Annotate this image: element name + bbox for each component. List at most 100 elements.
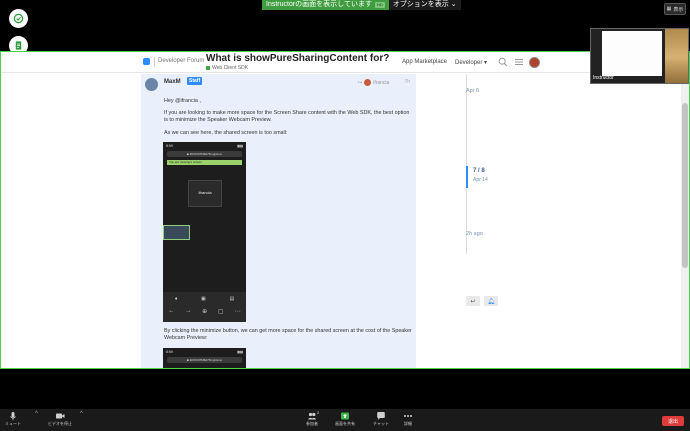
forum-brand-link[interactable]: Developer Forum [158,58,204,64]
nav-app-marketplace[interactable]: App Marketplace [402,59,447,65]
search-icon[interactable] [498,57,508,67]
page-scrollbar[interactable] [681,73,689,368]
share-screen-label: 画面を共有 [335,421,355,426]
document-icon [15,41,22,50]
hamburger-menu-icon[interactable] [514,57,524,67]
leave-meeting-button[interactable]: 退出 [662,416,684,426]
phone-control-icon: ▣ [201,296,206,302]
reply-to-name: ifrancia [373,79,390,86]
timeline-end-date[interactable]: 2h ago [466,231,483,237]
participants-count: 2 [317,410,320,415]
timeline-position-date: Apr 14 [473,177,488,183]
chevron-down-icon: ⌄ [450,1,457,8]
phone-meeting-controls: ♦ ▣ ▤ [163,292,246,302]
zoom-logo-icon[interactable] [143,58,150,65]
staff-badge: Staff [187,77,203,85]
forum-post: MaxM Staff ↪ ifrancia 7h Hey @ifrancia ,… [141,74,416,368]
phone-screenshot-2[interactable]: 8:59 ▮▮▮ ■ 3047237fd6d78.ngrok.io [163,348,246,368]
phone-url-bar: ■ 3047237fd6d78.ngrok.io [167,151,242,157]
phone-url-bar: ■ 3047237fd6d78.ngrok.io [167,357,242,363]
scrollbar-thumb[interactable] [682,103,688,268]
sharing-indicator: Instructorの画面を表示しています HD [262,0,389,10]
category-color-icon [206,66,210,70]
post-paragraph-1: If you are looking to make more space fo… [164,110,410,123]
phone-status-bar: 8:59 ▮▮▮ [163,348,246,356]
shield-check-icon [13,13,24,24]
phone-status-bar: 8:59 ▮▮▮ [163,142,246,150]
reply-icon: ↩ [470,298,476,305]
post-date[interactable]: 7h [404,79,410,85]
caret-down-icon: ▾ [484,60,488,66]
audio-options-caret-icon[interactable]: ^ [35,411,38,417]
video-camera-icon [56,413,65,419]
participants-icon [307,412,317,420]
video-options-caret-icon[interactable]: ^ [80,411,83,417]
bell-icon: 🔔︎ [487,298,495,305]
phone-screenshot-1[interactable]: 8:59 ▮▮▮ ■ 3047237fd6d78.ngrok.io You ar… [163,142,246,322]
phone-browser-controls: ← → ⊕ ▢ ⋯ [163,302,246,315]
phone-signal-icon: ▮▮▮ [237,144,243,148]
ellipsis-icon: ⋯ [234,309,241,315]
phone-bottom-controls: ♦ ▣ ▤ ← → ⊕ ▢ ⋯ [163,292,246,322]
timeline-start-date[interactable]: Apr 6 [466,88,479,94]
nav-developer-label: Developer [455,60,483,66]
view-options-button[interactable]: オプションを表示 ⌄ [388,0,461,10]
video-background [665,29,688,83]
category-label: Web Client SDK [212,65,249,71]
microphone-icon [10,412,16,421]
plus-icon: ⊕ [202,309,208,315]
meeting-security-button[interactable] [9,9,28,28]
post-author-name[interactable]: MaxM [164,79,181,85]
sharing-banner: Instructorの画面を表示しています HD オプションを表示 ⌄ [262,0,461,10]
topic-title[interactable]: What is showPureSharingContent for? [206,53,389,64]
timeline-track [466,74,467,254]
view-options-label: オプションを表示 [392,1,449,8]
meeting-toolbar: ミュート ^ ビデオを停止 ^ 参加者 2 画面を共有 チャット 詳細 退出 [0,409,690,431]
notification-button[interactable]: 🔔︎ [484,296,498,306]
phone-signal-icon: ▮▮▮ [237,350,243,354]
ellipsis-icon [404,415,412,417]
grid-icon: ▦ [666,6,672,12]
phone-control-icon: ▤ [229,296,235,302]
timeline-position: 7 / 8 [473,168,485,174]
category-badge[interactable]: Web Client SDK [206,65,248,71]
phone-shared-content-thumbnail [163,225,190,240]
video-frame [602,31,662,76]
reply-arrow-icon: ↪ [358,79,363,86]
header-divider [154,57,155,67]
post-paragraph-3: By clicking the minimize button, we can … [164,328,412,341]
leave-label: 退出 [667,418,678,425]
back-arrow-icon: ← [168,308,175,314]
more-label: 詳細 [404,421,412,426]
post-author-avatar[interactable] [145,78,158,91]
phone-time: 8:59 [166,350,173,354]
stop-video-button[interactable]: ビデオを停止 [48,411,72,427]
participant-video-tile[interactable]: Instructor [590,28,689,84]
hd-badge: HD [374,2,385,8]
forum-header: Developer Forum What is showPureSharingC… [1,52,689,73]
share-screen-button[interactable]: 画面を共有 [335,411,355,427]
nav-developer[interactable]: Developer ▾ [455,59,487,66]
phone-speaker-tile: Ifrancia [188,180,222,207]
more-button[interactable]: 詳細 [403,411,413,427]
post-paragraph-2: As we can see here, the shared screen is… [164,130,288,136]
chat-button[interactable]: チャット [373,411,389,427]
timeline-scroll-handle[interactable] [466,166,468,188]
mute-button[interactable]: ミュート [5,411,21,427]
participant-name-label: Instructor [593,75,614,81]
zoom-meeting-window: Instructorの画面を表示しています HD オプションを表示 ⌄ ▦ 表示 [0,0,690,431]
phone-control-icon: ♦ [174,296,178,302]
participants-label: 参加者 [306,421,318,426]
mute-label: ミュート [5,421,21,426]
reply-to-indicator[interactable]: ↪ ifrancia [358,79,389,86]
display-button[interactable]: ▦ 表示 [664,3,686,15]
user-avatar[interactable] [529,57,540,68]
chat-label: チャット [373,421,389,426]
phone-time: 8:59 [166,144,173,148]
shared-screen[interactable]: Developer Forum What is showPureSharingC… [0,51,690,369]
tabs-icon: ▢ [218,309,224,315]
reply-to-avatar [364,79,372,86]
phone-speaker-name: Ifrancia [198,190,212,195]
topic-timeline[interactable]: Apr 6 7 / 8 Apr 14 2h ago ↩ 🔔︎ [463,74,543,306]
reply-button[interactable]: ↩ [466,296,480,306]
